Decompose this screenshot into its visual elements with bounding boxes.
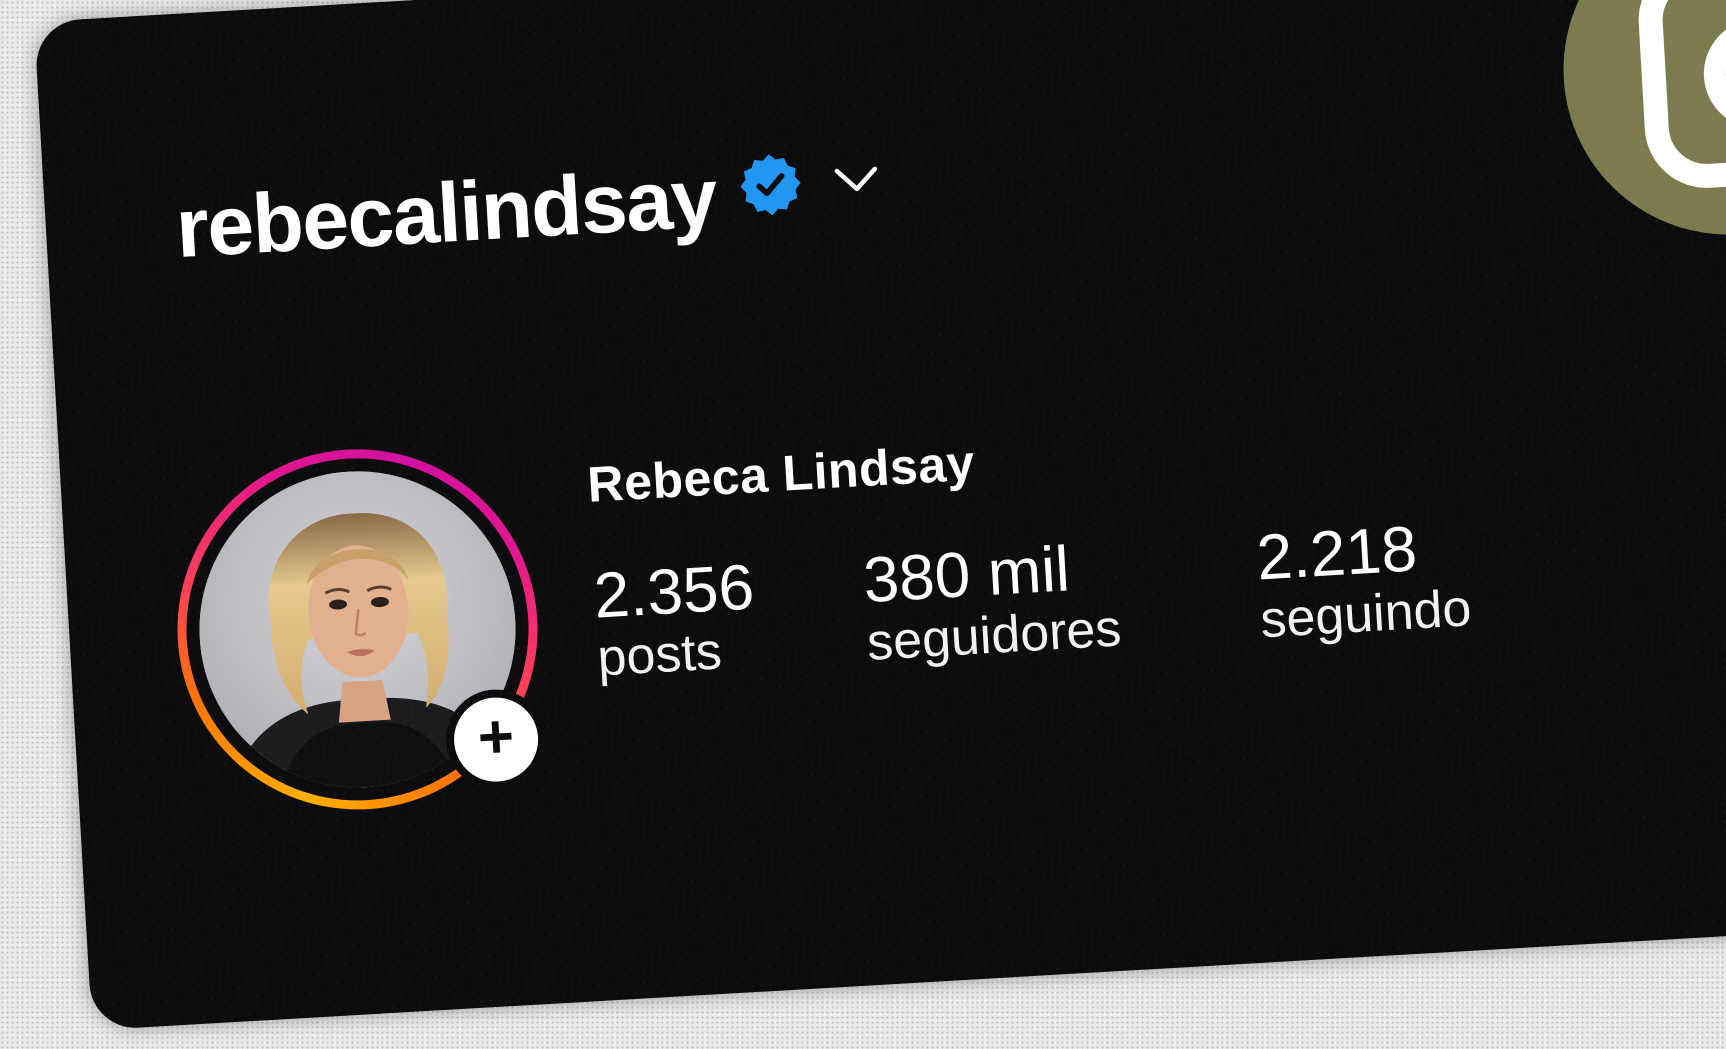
chevron-down-icon[interactable] [832, 163, 880, 196]
following-count: 2.218 [1254, 512, 1419, 594]
profile-card: rebecalindsay + Rebeca Lindsay 2.356 pos… [34, 0, 1726, 1031]
username[interactable]: rebecalindsay [173, 150, 718, 275]
followers-label: seguidores [865, 599, 1123, 673]
profile-avatar[interactable]: + [167, 439, 549, 820]
instagram-icon [1554, 0, 1726, 244]
posts-label: posts [595, 622, 724, 688]
stat-following[interactable]: 2.218 seguindo [1255, 510, 1473, 650]
posts-count: 2.356 [591, 550, 756, 632]
profile-header: rebecalindsay [173, 146, 882, 275]
stat-posts[interactable]: 2.356 posts [591, 550, 759, 689]
stat-followers[interactable]: 380 mil seguidores [861, 531, 1122, 673]
display-name: Rebeca Lindsay [585, 434, 977, 513]
following-label: seguindo [1258, 579, 1473, 650]
plus-icon: + [475, 701, 516, 773]
verified-badge-icon [740, 154, 801, 216]
